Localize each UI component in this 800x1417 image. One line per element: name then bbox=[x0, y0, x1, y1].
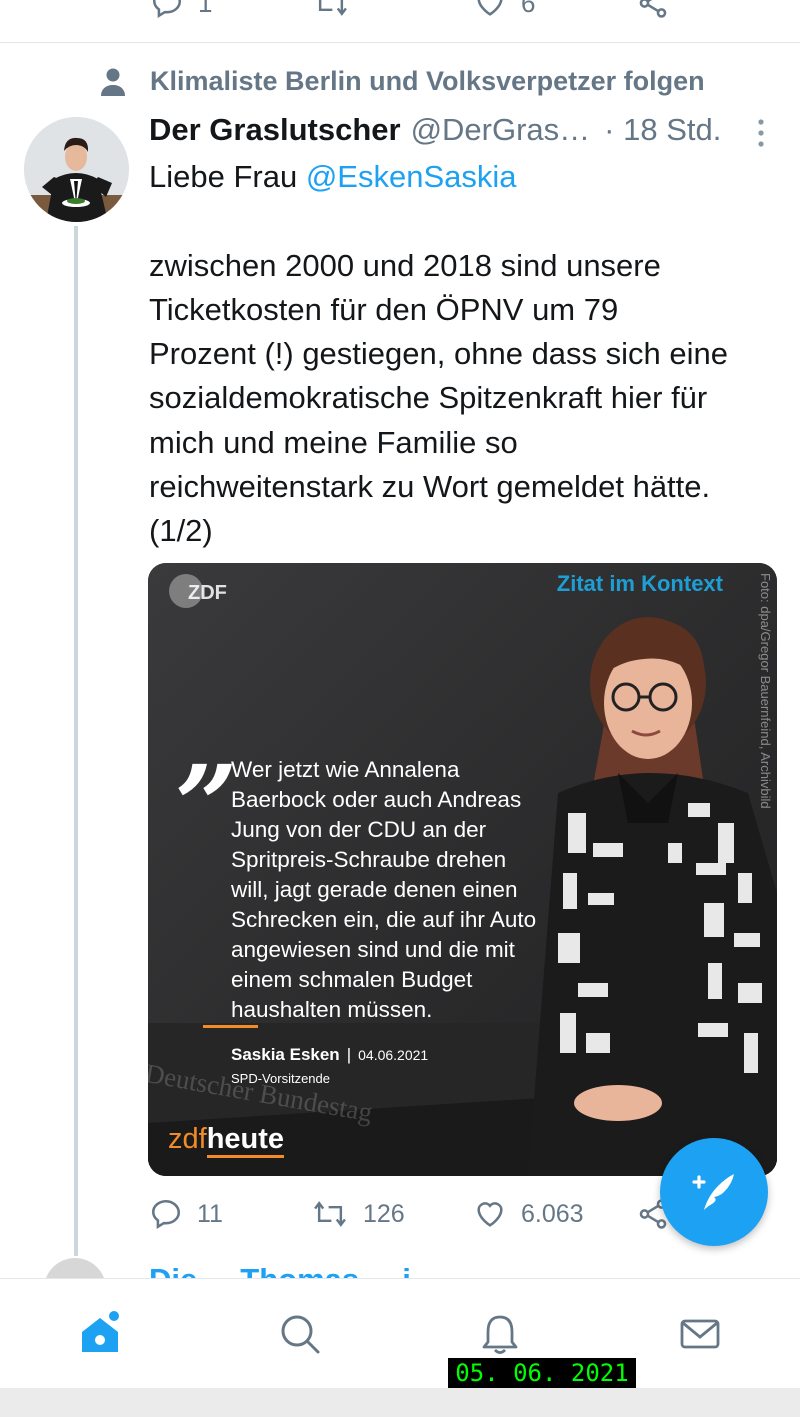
tweet-text: Liebe Frau @EskenSaskia zwischen 2000 un… bbox=[149, 155, 779, 554]
search-icon bbox=[281, 1315, 320, 1354]
brand-zdf: zdf bbox=[168, 1123, 207, 1155]
speaker-name: Saskia Esken bbox=[231, 1045, 340, 1064]
social-context-text: Klimaliste Berlin und Volksverpetzer fol… bbox=[150, 66, 705, 96]
person-icon bbox=[101, 68, 125, 96]
display-name[interactable]: Der Graslutscher bbox=[149, 112, 401, 148]
retweet-icon bbox=[318, 0, 347, 16]
tweet-line: Ticketkosten für den ÖPNV um 79 bbox=[149, 291, 619, 327]
quote-line: angewiesen sind und die mit bbox=[231, 937, 515, 962]
like-icon bbox=[477, 1202, 503, 1227]
nav-messages[interactable] bbox=[640, 1279, 760, 1389]
quote-line: Jung von der CDU an der bbox=[231, 817, 487, 842]
accent-bar bbox=[203, 1025, 258, 1028]
reply-count: 11 bbox=[197, 1199, 223, 1228]
quote-line: einem schmalen Budget bbox=[231, 967, 473, 992]
greeting-text: Liebe Frau bbox=[149, 159, 306, 194]
tweet-line: zwischen 2000 und 2018 sind unsere bbox=[149, 247, 661, 283]
tweet-line: mich und meine Familie so bbox=[149, 424, 518, 460]
reply-icon bbox=[152, 0, 182, 19]
brand-heute: heute bbox=[206, 1123, 285, 1158]
tweet-header[interactable]: Der Graslutscher @DerGras… · 18 Std. bbox=[149, 112, 779, 152]
retweet-icon bbox=[314, 1201, 346, 1227]
speaker-role: SPD-Vorsitzende bbox=[231, 1071, 330, 1086]
quote-line: will, jagt gerade denen einen bbox=[231, 877, 518, 902]
mention-link[interactable]: @EskenSaskia bbox=[306, 159, 517, 194]
quote-text: Wer jetzt wie Annalena Baerbock oder auc… bbox=[231, 755, 611, 1025]
prev-reply-count: 1 bbox=[198, 0, 213, 18]
tweet-greeting: Liebe Frau @EskenSaskia bbox=[149, 155, 779, 199]
zdf-logo-icon: ZDF bbox=[169, 574, 227, 608]
nav-home[interactable] bbox=[40, 1279, 160, 1389]
speaker-info: Saskia Esken | 04.06.2021 bbox=[231, 1045, 428, 1065]
like-count: 6.063 bbox=[521, 1199, 584, 1228]
speaker-separator: | bbox=[346, 1045, 352, 1064]
zdfheute-logo: zdfheute bbox=[168, 1123, 285, 1158]
quote-line: Schrecken ein, die auf ihr Auto bbox=[231, 907, 537, 932]
date-stamp: 05. 06. 2021 bbox=[448, 1358, 636, 1388]
avatar-photo bbox=[24, 117, 129, 222]
messages-icon bbox=[680, 1319, 720, 1349]
timestamp[interactable]: · 18 Std. bbox=[604, 112, 721, 148]
tweet-media-image[interactable]: ZDF Zitat im Kontext Foto: dpa/Gregor Ba… bbox=[148, 563, 777, 1176]
tweet-line: sozialdemokratische Spitzenkraft hier fü… bbox=[149, 380, 708, 416]
tweet-line: Prozent (!) gestiegen, ohne dass sich ei… bbox=[149, 336, 729, 372]
prev-reply-action[interactable]: 1 bbox=[150, 0, 212, 20]
quote-line: Baerbock oder auch Andreas bbox=[231, 787, 522, 812]
bottom-navigation bbox=[0, 1278, 800, 1388]
like-icon bbox=[477, 0, 503, 16]
more-vert-icon[interactable] bbox=[754, 118, 768, 148]
previous-tweet-actions: 1 6 bbox=[0, 0, 800, 26]
retweet-action[interactable]: 126 bbox=[311, 1197, 405, 1231]
svg-text:ZDF: ZDF bbox=[188, 582, 227, 604]
prev-share-action[interactable] bbox=[636, 0, 670, 20]
compose-button[interactable] bbox=[660, 1138, 768, 1246]
handle[interactable]: @DerGras… bbox=[411, 112, 591, 148]
tweet-line: (1/2) bbox=[149, 513, 213, 549]
prev-like-count: 6 bbox=[521, 0, 536, 18]
thread-line bbox=[74, 226, 78, 1256]
compose-icon bbox=[692, 1174, 734, 1210]
home-icon bbox=[82, 1311, 119, 1352]
quote-date: 04.06.2021 bbox=[358, 1047, 429, 1063]
quote-line: haushalten müssen. bbox=[231, 997, 433, 1022]
prev-like-action[interactable]: 6 bbox=[473, 0, 535, 20]
retweet-count: 126 bbox=[363, 1199, 405, 1228]
like-action[interactable]: 6.063 bbox=[473, 1197, 584, 1231]
corner-label: Zitat im Kontext bbox=[556, 571, 723, 596]
notifications-icon bbox=[482, 1315, 518, 1354]
divider bbox=[0, 42, 800, 43]
quote-line: Wer jetzt wie Annalena bbox=[231, 757, 460, 782]
reply-action[interactable]: 11 bbox=[149, 1197, 223, 1231]
nav-search[interactable] bbox=[240, 1279, 360, 1389]
photo-credit: Foto: dpa/Gregor Bauernfeind, Archivbild bbox=[758, 573, 773, 809]
prev-retweet-action[interactable] bbox=[312, 0, 350, 20]
system-bar bbox=[0, 1388, 800, 1417]
reply-icon bbox=[151, 1199, 181, 1230]
social-context[interactable]: Klimaliste Berlin und Volksverpetzer fol… bbox=[100, 66, 705, 97]
share-icon bbox=[639, 0, 667, 18]
quote-line: Spritpreis-Schraube drehen bbox=[231, 847, 507, 872]
tweet-line: reichweitenstark zu Wort gemeldet hätte. bbox=[149, 469, 711, 505]
avatar[interactable] bbox=[24, 117, 129, 222]
